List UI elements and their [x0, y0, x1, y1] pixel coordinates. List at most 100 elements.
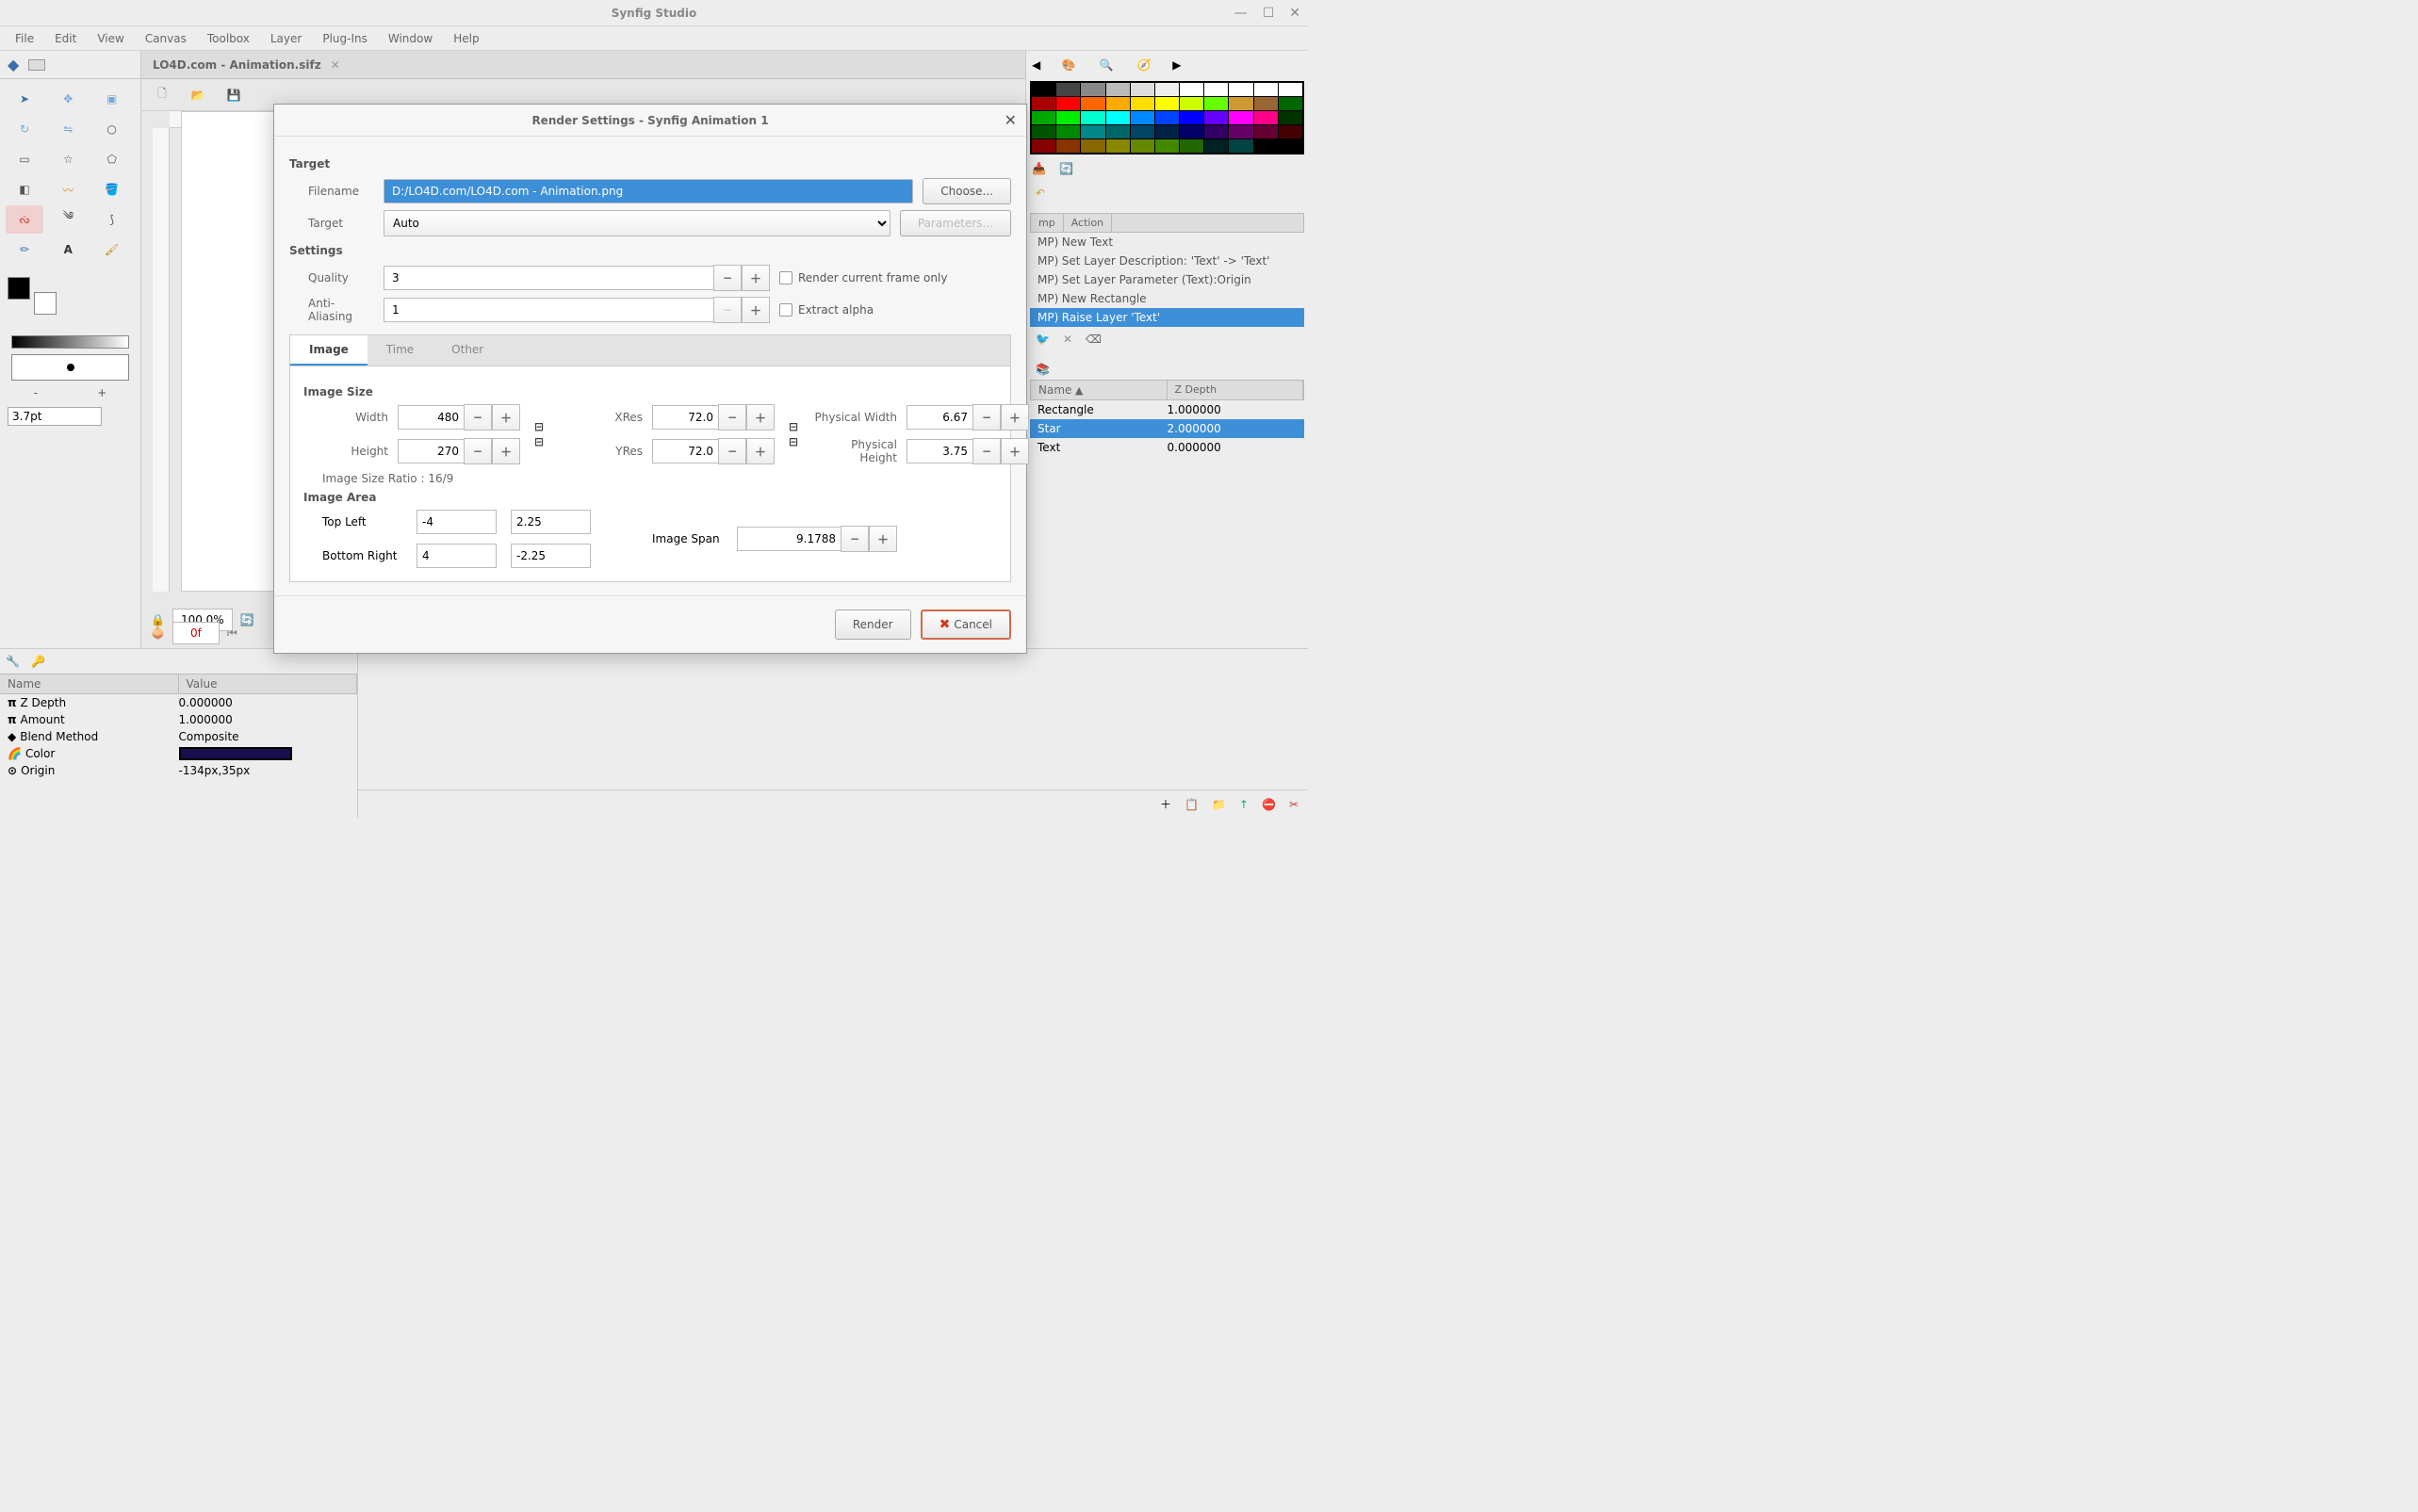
open-file-button[interactable]: 📂: [188, 86, 207, 105]
aa-input[interactable]: [384, 298, 713, 322]
layer-row[interactable]: Text0.000000: [1030, 438, 1304, 457]
transform-tool[interactable]: ➤: [6, 85, 43, 113]
palette-swatch[interactable]: [1229, 125, 1252, 138]
palette-swatch[interactable]: [1279, 125, 1302, 138]
undo-icon[interactable]: ↶: [1036, 187, 1045, 200]
aa-minus[interactable]: −: [713, 297, 742, 323]
color-palette[interactable]: [1030, 81, 1304, 154]
circle-tool[interactable]: ○: [93, 115, 131, 143]
minimize-button[interactable]: —: [1234, 6, 1248, 21]
filename-input[interactable]: [384, 179, 913, 203]
draw-tool[interactable]: ✏: [6, 236, 43, 264]
yres-minus[interactable]: −: [718, 438, 746, 464]
menu-edit[interactable]: Edit: [45, 28, 86, 49]
palette-swatch[interactable]: [1106, 83, 1130, 96]
tab-other[interactable]: Other: [433, 335, 502, 366]
target-select[interactable]: Auto: [384, 210, 890, 236]
palette-swatch[interactable]: [1229, 111, 1252, 124]
pw-plus[interactable]: ＋: [1001, 404, 1029, 431]
palette-swatch[interactable]: [1180, 139, 1203, 153]
eyedrop-tool[interactable]: ᔔ: [6, 205, 43, 234]
palette-tab[interactable]: 🎨: [1059, 56, 1078, 74]
timeline-panel[interactable]: ＋ 📋 📁 ↑ ⛔ ✂: [358, 649, 1308, 818]
layer-group-icon[interactable]: 📁: [1212, 798, 1226, 811]
dialog-close-icon[interactable]: ✕: [1005, 111, 1017, 129]
polygon-tool[interactable]: ⬠: [93, 145, 131, 173]
layer-up-icon[interactable]: ↑: [1239, 798, 1249, 811]
color-wells[interactable]: [0, 269, 140, 330]
document-tab[interactable]: LO4D.com - Animation.sifz ✕: [141, 51, 1025, 79]
palette-swatch[interactable]: [1180, 125, 1203, 138]
palette-swatch[interactable]: [1056, 139, 1080, 153]
palette-refresh-icon[interactable]: 🔄: [1059, 162, 1073, 175]
palette-swatch[interactable]: [1081, 83, 1104, 96]
palette-swatch[interactable]: [1180, 97, 1203, 110]
palette-swatch[interactable]: [1204, 97, 1228, 110]
palette-swatch[interactable]: [1032, 83, 1055, 96]
width-minus[interactable]: −: [464, 404, 492, 431]
quality-plus[interactable]: ＋: [742, 265, 770, 291]
history-row[interactable]: MP) Set Layer Description: 'Text' -> 'Te…: [1030, 252, 1304, 270]
span-input[interactable]: [737, 527, 841, 551]
palette-swatch[interactable]: [1131, 139, 1154, 153]
span-minus[interactable]: −: [841, 526, 869, 552]
history-undo-icon[interactable]: ✕: [1063, 333, 1072, 346]
palette-swatch[interactable]: [1180, 111, 1203, 124]
aa-plus[interactable]: ＋: [742, 297, 770, 323]
palette-swatch[interactable]: [1081, 111, 1104, 124]
param-row[interactable]: 🌈Color: [0, 745, 357, 762]
menu-help[interactable]: Help: [444, 28, 488, 49]
palette-swatch[interactable]: [1131, 83, 1154, 96]
brush-size-input[interactable]: [8, 407, 102, 426]
palette-swatch[interactable]: [1204, 125, 1228, 138]
palette-swatch[interactable]: [1032, 97, 1055, 110]
palette-swatch[interactable]: [1032, 125, 1055, 138]
palette-swatch[interactable]: [1081, 139, 1104, 153]
palette-swatch[interactable]: [1229, 83, 1252, 96]
maximize-button[interactable]: ☐: [1263, 6, 1275, 21]
palette-swatch[interactable]: [1056, 83, 1080, 96]
quality-minus[interactable]: −: [713, 265, 742, 291]
param-row[interactable]: ⊙Origin-134px,35px: [0, 762, 357, 779]
ph-minus[interactable]: −: [972, 438, 1001, 464]
history-row[interactable]: MP) Set Layer Parameter (Text):Origin: [1030, 270, 1304, 289]
rectangle-tool[interactable]: ▭: [6, 145, 43, 173]
palette-swatch[interactable]: [1279, 111, 1302, 124]
palette-swatch[interactable]: [1131, 125, 1154, 138]
palette-swatch[interactable]: [1180, 83, 1203, 96]
br-x-input[interactable]: [417, 544, 497, 568]
palette-swatch[interactable]: [1279, 97, 1302, 110]
history-clear-icon[interactable]: 🐦: [1036, 333, 1050, 346]
quality-input[interactable]: [384, 266, 713, 290]
menu-plugins[interactable]: Plug-Ins: [313, 28, 377, 49]
menu-window[interactable]: Window: [379, 28, 442, 49]
layer-dup-icon[interactable]: 📋: [1184, 798, 1199, 811]
background-color[interactable]: [34, 292, 57, 315]
sketch-tool[interactable]: ༄: [49, 205, 87, 234]
param-row[interactable]: πAmount1.000000: [0, 711, 357, 728]
palette-swatch[interactable]: [1056, 97, 1080, 110]
fill-tool[interactable]: 🪣: [93, 175, 131, 203]
tab-image[interactable]: Image: [290, 335, 368, 366]
pw-minus[interactable]: −: [972, 404, 1001, 431]
save-file-button[interactable]: 💾: [224, 86, 243, 105]
layer-new-icon[interactable]: ＋: [1160, 796, 1171, 812]
palette-swatch[interactable]: [1131, 111, 1154, 124]
new-file-button[interactable]: 🗋: [153, 86, 172, 105]
palette-swatch[interactable]: [1204, 139, 1228, 153]
layer-row[interactable]: Star2.000000: [1030, 419, 1304, 438]
param-row[interactable]: ◆Blend MethodComposite: [0, 728, 357, 745]
brush-decrease[interactable]: -: [34, 386, 38, 399]
menu-file[interactable]: File: [6, 28, 43, 49]
palette-swatch[interactable]: [1254, 111, 1278, 124]
onion-icon[interactable]: 🧅: [151, 626, 165, 640]
refresh-icon[interactable]: 🔄: [240, 613, 254, 626]
dock-handle[interactable]: [28, 59, 45, 71]
frame-value[interactable]: 0f: [172, 622, 220, 644]
gradient-tool[interactable]: ◧: [6, 175, 43, 203]
palette-swatch[interactable]: [1056, 111, 1080, 124]
layer-row[interactable]: Rectangle1.000000: [1030, 400, 1304, 419]
params-tab[interactable]: 🔧: [6, 655, 20, 668]
palette-swatch[interactable]: [1155, 83, 1179, 96]
height-minus[interactable]: −: [464, 438, 492, 464]
